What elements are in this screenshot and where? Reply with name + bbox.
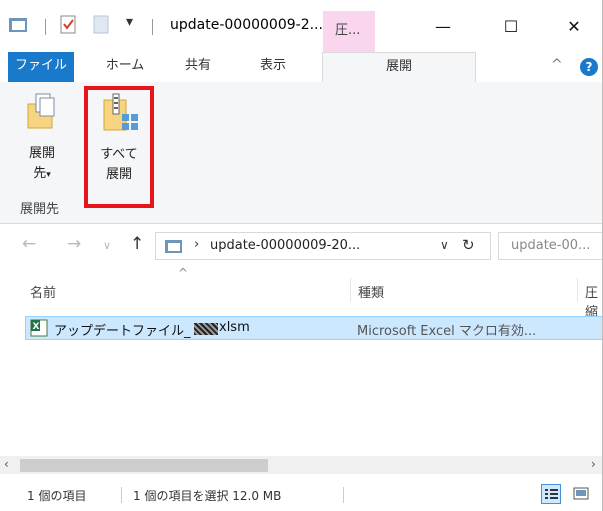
minimize-button[interactable]: — [420, 8, 466, 44]
details-view-icon [545, 489, 558, 499]
status-item-count: 1 個の項目 [27, 489, 87, 503]
status-divider [343, 487, 344, 503]
recent-dropdown-icon[interactable]: ∨ [103, 239, 111, 252]
close-button[interactable]: ✕ [551, 8, 597, 44]
back-button[interactable]: ← [22, 234, 36, 254]
contextual-tab-compressed: 圧... [323, 11, 375, 52]
extract-to-label-1: 展開 [28, 146, 55, 161]
tab-home[interactable]: ホーム [100, 52, 150, 82]
column-header-type[interactable]: 種類 [358, 282, 384, 301]
status-selected: 1 個の項目を選択 12.0 MB [133, 489, 282, 503]
extract-to-label-2: 先▾ [16, 164, 68, 185]
properties-icon[interactable] [60, 15, 78, 35]
extract-to-button[interactable]: 展開 先▾ [16, 88, 68, 188]
file-name-suffix: xlsm [219, 320, 250, 335]
extract-to-icon [27, 93, 55, 129]
tab-extract[interactable]: 展開 [322, 52, 476, 83]
tab-view[interactable]: 表示 [253, 52, 293, 82]
tab-file[interactable]: ファイル [8, 52, 74, 82]
group-label-extract-to: 展開先 [20, 202, 60, 217]
file-name-prefix: アップデートファイル_ [54, 324, 191, 339]
sort-ascending-icon: ^ [178, 266, 189, 280]
search-input[interactable]: update-00... [498, 232, 603, 260]
ribbon-tab-bar [0, 52, 603, 83]
status-divider [121, 487, 122, 503]
file-type: Microsoft Excel マクロ有効... [357, 324, 537, 339]
column-header-name[interactable]: 名前 [30, 282, 56, 301]
address-bar[interactable]: › update-00000009-20... ∨ ↻ [155, 232, 491, 260]
breadcrumb-separator-icon: › [194, 237, 200, 252]
scrollbar-thumb[interactable] [20, 459, 268, 472]
status-bar [0, 474, 603, 511]
file-row[interactable]: X アップデートファイル_ xlsm Microsoft Excel マクロ有効… [25, 316, 603, 340]
maximize-button[interactable]: ☐ [488, 8, 534, 44]
redacted-mark [194, 323, 218, 335]
large-icons-view-button[interactable] [571, 484, 591, 504]
large-icons-view-icon [573, 487, 589, 500]
column-divider[interactable] [350, 278, 351, 302]
column-divider[interactable] [577, 278, 578, 302]
forward-button[interactable]: → [67, 234, 81, 254]
up-button[interactable]: ↑ [130, 234, 144, 254]
zip-folder-icon [165, 240, 182, 253]
address-path: update-00000009-20... [210, 238, 361, 253]
highlight-box [84, 86, 154, 208]
dropdown-arrow-icon: ▾ [46, 170, 51, 180]
qat-dropdown-icon[interactable]: ▾ [126, 14, 133, 30]
search-placeholder: update-00... [511, 238, 591, 253]
address-dropdown-icon[interactable]: ∨ [440, 238, 449, 252]
scroll-left-icon[interactable]: ‹ [4, 457, 9, 471]
extract-to-label-2-text: 先 [33, 166, 47, 181]
svg-text:X: X [33, 322, 40, 332]
scroll-right-icon[interactable]: › [591, 457, 596, 471]
collapse-ribbon-icon[interactable]: ^ [551, 57, 563, 73]
new-folder-icon[interactable] [93, 15, 111, 35]
folder-icon[interactable] [8, 15, 30, 35]
details-view-button[interactable] [541, 484, 561, 504]
excel-file-icon: X [30, 319, 48, 337]
help-icon[interactable]: ? [580, 58, 598, 76]
tab-share[interactable]: 共有 [178, 52, 218, 82]
column-header-compressed[interactable]: 圧縮 [585, 282, 603, 320]
window-title: update-00000009-2... [170, 17, 323, 33]
refresh-icon[interactable]: ↻ [462, 236, 475, 254]
title-bar: ▾ update-00000009-2... 圧... — ☐ ✕ [0, 0, 603, 52]
